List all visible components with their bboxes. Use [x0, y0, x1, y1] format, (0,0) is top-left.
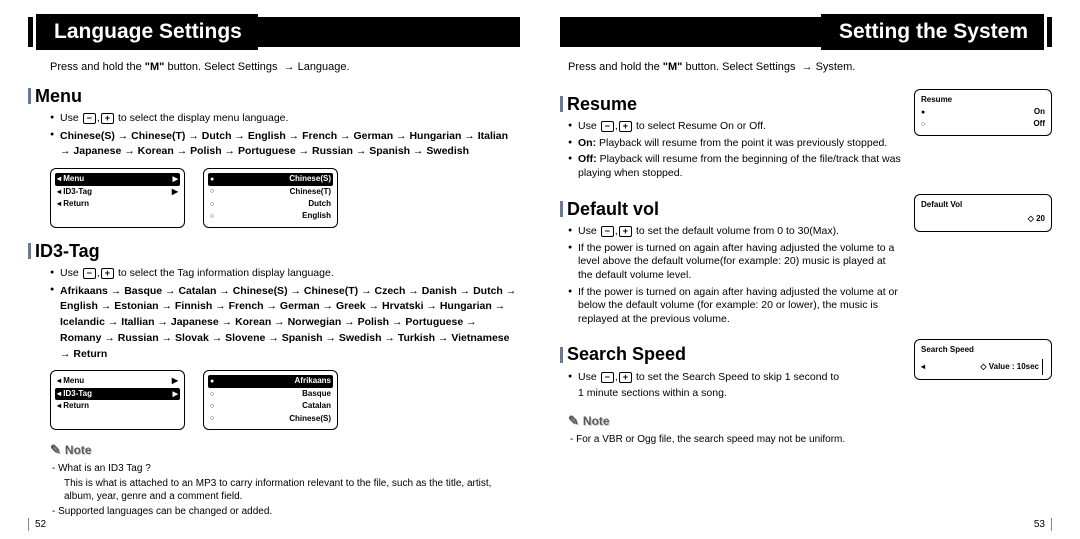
page-53: Setting the System Press and hold the "M…: [540, 0, 1080, 539]
search-line2: 1 minute sections within a song.: [578, 387, 902, 401]
header-left: Language Settings: [28, 14, 520, 50]
page-number: 53: [1034, 518, 1052, 531]
note-right: Note - For a VBR or Ogg file, the search…: [568, 413, 1052, 446]
header-right: Setting the System: [560, 14, 1052, 50]
intro-text: Press and hold the "M" button. Select Se…: [50, 60, 520, 74]
menu-screens: ◂ Menu ◂ ID3-Tag▶ ◂ Return Chinese(S) Ch…: [50, 168, 520, 228]
page-title: Setting the System: [821, 14, 1044, 50]
device-screen: Chinese(S) Chinese(T) Dutch English: [203, 168, 338, 228]
page-title: Language Settings: [36, 14, 258, 50]
id3-use: Use −,+ to select the Tag information di…: [50, 267, 520, 281]
resume-on: On: Playback will resume from the point …: [568, 137, 902, 151]
menu-lang-list: Chinese(S) → Chinese(T) → Dutch → Englis…: [50, 129, 520, 161]
id3-lang-list: Afrikaans → Basque → Catalan → Chinese(S…: [50, 284, 520, 363]
section-id3: ID3-Tag: [28, 240, 520, 263]
intro-text: Press and hold the "M" button. Select Se…: [568, 60, 1052, 74]
section-resume: Resume: [560, 93, 902, 116]
menu-use: Use −,+ to select the display menu langu…: [50, 112, 520, 126]
page-number: 52: [28, 518, 46, 531]
search-use: Use −,+ to set the Search Speed to skip …: [568, 371, 902, 385]
section-default-vol: Default vol: [560, 198, 902, 221]
defvol-use: Use −,+ to set the default volume from 0…: [568, 225, 902, 239]
device-screen-search: Search Speed ◇ Value : 10sec: [914, 339, 1052, 379]
defvol-below: If the power is turned on again after ha…: [568, 286, 902, 327]
device-screen-resume: Resume On Off: [914, 89, 1052, 136]
section-search-speed: Search Speed: [560, 343, 902, 366]
device-screen: ◂ Menu ◂ ID3-Tag▶ ◂ Return: [50, 168, 185, 228]
resume-off: Off: Playback will resume from the begin…: [568, 153, 902, 180]
page-52: Language Settings Press and hold the "M"…: [0, 0, 540, 539]
note-left: Note - What is an ID3 Tag ? This is what…: [50, 442, 520, 518]
defvol-above: If the power is turned on again after ha…: [568, 242, 902, 283]
section-menu: Menu: [28, 85, 520, 108]
device-screen-defvol: Default Vol ◇ 20: [914, 194, 1052, 233]
device-screen: Afrikaans Basque Catalan Chinese(S): [203, 370, 338, 430]
device-screen: ◂ Menu▶ ◂ ID3-Tag ◂ Return: [50, 370, 185, 430]
resume-use: Use −,+ to select Resume On or Off.: [568, 120, 902, 134]
id3-screens: ◂ Menu▶ ◂ ID3-Tag ◂ Return Afrikaans Bas…: [50, 370, 520, 430]
